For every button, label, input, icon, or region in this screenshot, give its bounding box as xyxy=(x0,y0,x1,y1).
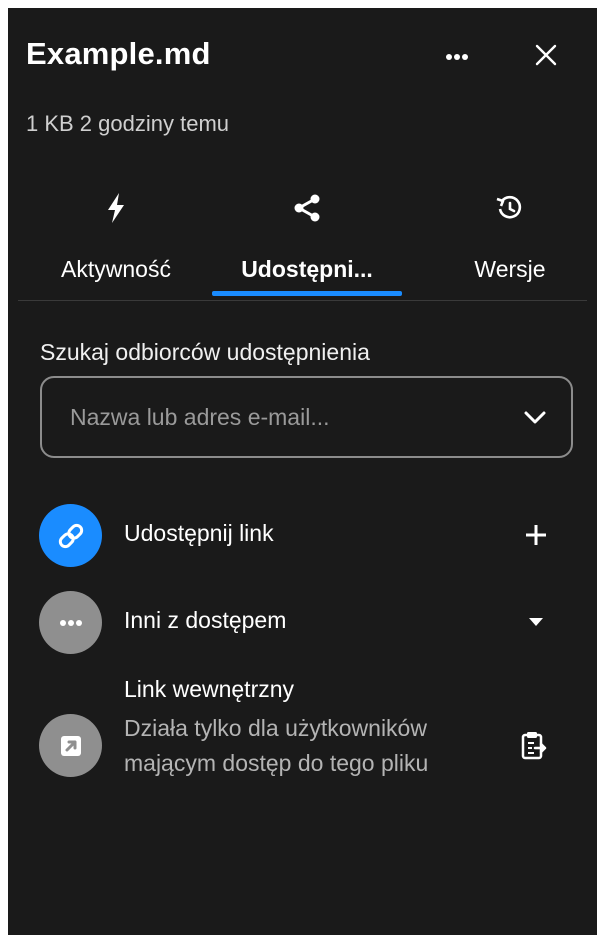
copy-internal-link-button[interactable] xyxy=(516,727,552,763)
others-expand-toggle[interactable] xyxy=(518,604,554,640)
chevron-down-icon[interactable] xyxy=(521,404,549,432)
history-icon xyxy=(490,188,530,228)
tabs-divider xyxy=(18,300,587,301)
tab-versions-label: Wersje xyxy=(474,256,546,282)
tab-sharing-label: Udostępni... xyxy=(241,256,373,282)
share-link-label: Udostępnij link xyxy=(124,520,274,546)
link-icon xyxy=(58,523,83,548)
close-button[interactable] xyxy=(528,34,564,76)
add-share-link-button[interactable] xyxy=(518,517,554,553)
tab-activity[interactable]: Aktywność xyxy=(36,188,196,303)
search-label: Szukaj odbiorców udostępnienia xyxy=(40,339,370,365)
external-link-icon xyxy=(60,735,81,756)
activity-icon xyxy=(96,188,136,228)
more-horizontal-icon xyxy=(446,54,468,60)
share-link-avatar xyxy=(39,504,102,567)
close-icon xyxy=(535,44,557,66)
others-with-access-label: Inni z dostępem xyxy=(124,607,287,633)
sharing-sidebar: Example.md 1 KB 2 godziny temu Aktywność xyxy=(8,8,597,935)
file-title: Example.md xyxy=(26,36,211,71)
internal-link-title: Link wewnętrzny xyxy=(124,676,295,702)
file-meta: 1 KB 2 godziny temu xyxy=(26,111,230,136)
others-avatar xyxy=(39,591,102,654)
tab-activity-label: Aktywność xyxy=(61,256,171,282)
internal-link-avatar xyxy=(39,714,102,777)
share-icon xyxy=(287,188,327,228)
clipboard-copy-icon xyxy=(521,732,547,760)
recipient-search-input[interactable] xyxy=(68,402,492,432)
more-options-button[interactable] xyxy=(436,36,478,78)
recipient-search[interactable] xyxy=(40,376,573,458)
plus-icon xyxy=(526,525,546,545)
internal-link-description: Działa tylko dla użytkowników mającym do… xyxy=(124,715,429,776)
caret-down-icon xyxy=(529,618,543,626)
tab-sharing[interactable]: Udostępni... xyxy=(212,188,402,303)
active-tab-indicator xyxy=(212,291,402,296)
more-horizontal-icon xyxy=(59,619,82,626)
tab-versions[interactable]: Wersje xyxy=(430,188,590,303)
